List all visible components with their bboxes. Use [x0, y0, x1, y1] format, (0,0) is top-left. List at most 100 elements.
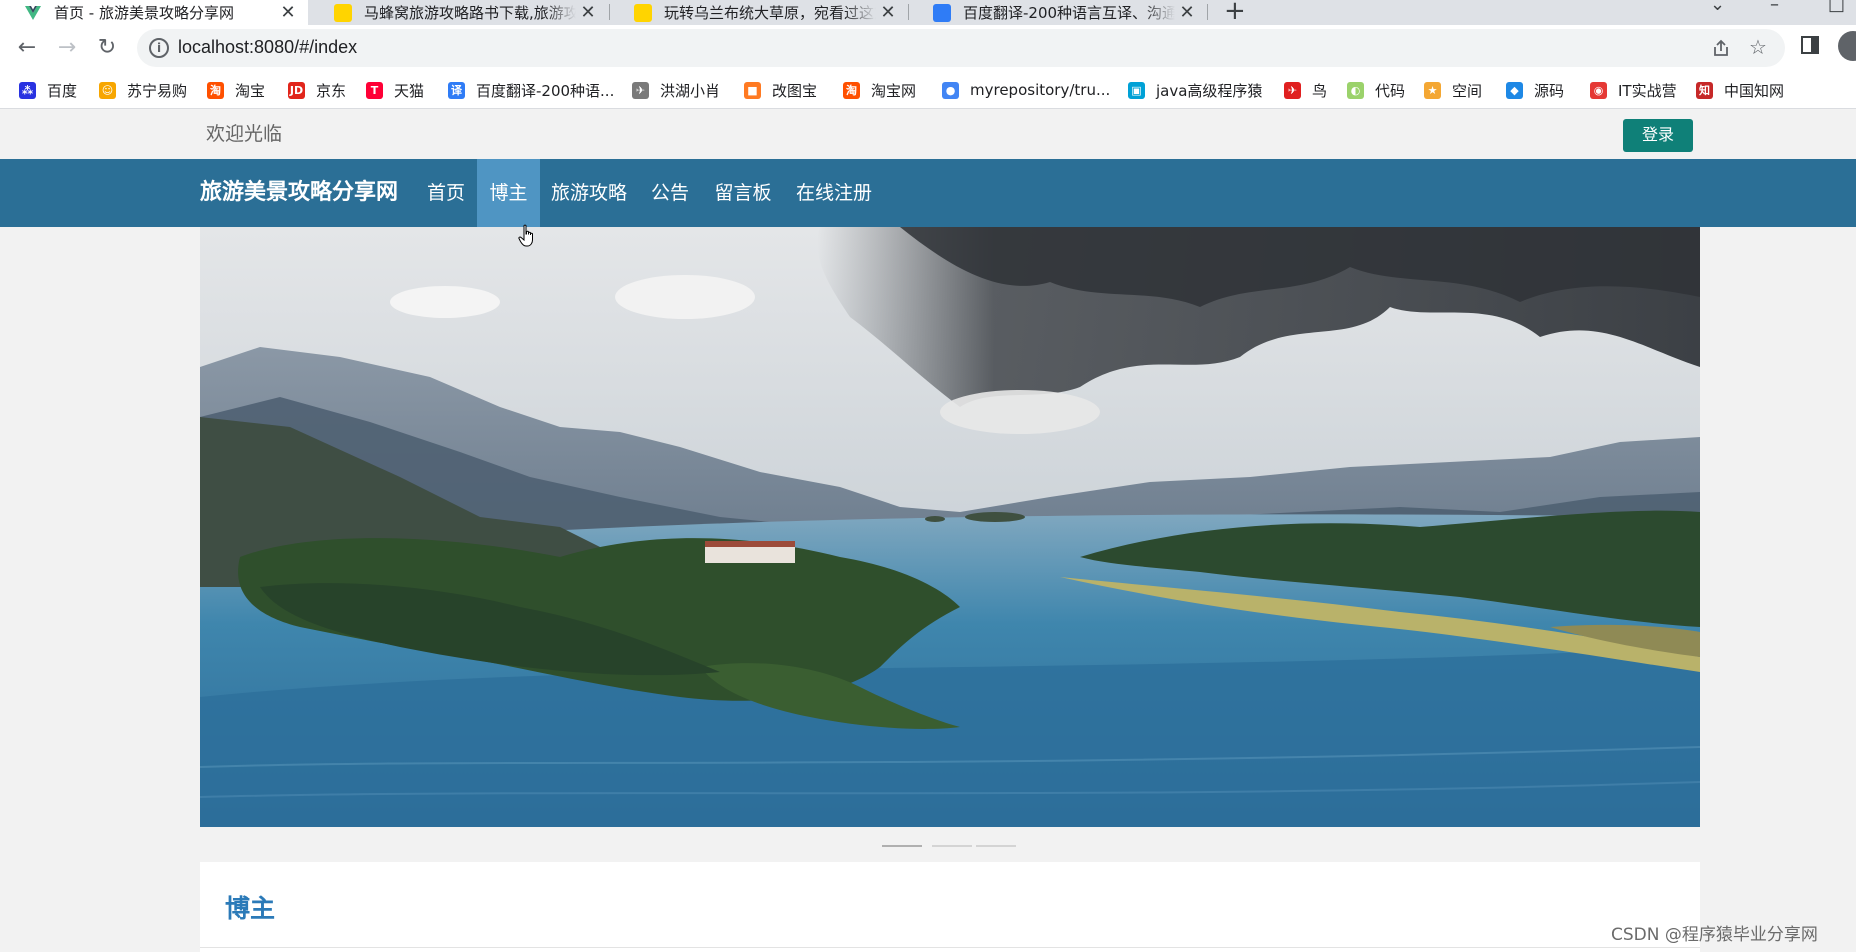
bookmark-item[interactable]: JD 京东 [288, 71, 346, 109]
carousel-indicators [0, 845, 1856, 849]
bookmark-item[interactable]: ● myrepository/tru... [942, 71, 1110, 109]
bookmark-label: 中国知网 [1724, 81, 1785, 100]
mafengwo-icon [334, 3, 352, 22]
gaitubao-icon: ■ [744, 81, 761, 99]
carousel-dot-1[interactable] [882, 845, 922, 847]
reload-icon[interactable]: ↻ [92, 33, 122, 63]
bookmark-item[interactable]: ⁂ 百度 [19, 71, 77, 109]
bird-icon: ✈ [632, 81, 649, 99]
vue-icon [25, 5, 41, 20]
nav-item-message-board[interactable]: 留言板 [706, 159, 780, 227]
nav-item-home[interactable]: 首页 [417, 159, 475, 227]
bookmark-label: 洪湖小肖 [660, 81, 721, 100]
forward-icon[interactable]: → [52, 33, 82, 63]
bookmark-item[interactable]: 译百度翻译-200种语... [448, 71, 614, 109]
bookmark-item[interactable]: ★ 空间 [1424, 71, 1482, 109]
main-navbar: 旅游美景攻略分享网 首页 博主 旅游攻略 公告 留言板 在线注册 [0, 159, 1856, 227]
bookmark-item[interactable]: ✈ 鸟 [1284, 71, 1327, 109]
side-panel-icon[interactable] [1801, 36, 1819, 54]
bookmark-label: 代码 [1375, 81, 1406, 100]
browser-tab[interactable]: 玩转乌兰布统大草原，宛看过这篇 ✕ [610, 0, 908, 25]
bookmark-item[interactable]: ◆ 源码 [1506, 71, 1564, 109]
fish-icon: ◆ [1506, 81, 1523, 99]
nav-item-announcements[interactable]: 公告 [642, 159, 698, 227]
browser-tab-strip: 首页 - 旅游美景攻略分享网 ✕ 马蜂窝旅游攻略路书下载,旅游攻略 ✕ 玩转乌兰… [0, 0, 1856, 26]
nav-item-travel-guides[interactable]: 旅游攻略 [544, 159, 634, 227]
bookmark-label: 天猫 [394, 81, 425, 100]
bookmark-item[interactable]: ◐ 代码 [1347, 71, 1405, 109]
bookmarks-bar: ⁂ 百度 ☺ 苏宁易购淘淘宝 JD 京东 T 天猫译百度翻译-200种语... ✈ 洪湖小肖 ■ 改图… [0, 71, 1856, 109]
bookmark-label: 淘宝 [235, 81, 266, 100]
section-divider [200, 947, 1700, 948]
cnki-icon: 知 [1696, 81, 1713, 99]
bookmark-label: 鸟 [1312, 81, 1328, 100]
close-icon[interactable]: ✕ [1175, 2, 1199, 23]
bookmark-item[interactable]: 淘淘宝网 [843, 71, 916, 109]
tmall-icon: T [366, 81, 383, 99]
close-icon[interactable]: ✕ [276, 2, 300, 23]
bookmark-label: java高级程序猿 [1156, 81, 1263, 100]
section-title: 博主 [225, 894, 276, 923]
baidu-translate-icon [933, 3, 951, 22]
bookmark-label: 淘宝网 [871, 81, 917, 100]
baidu-translate-icon: 译 [448, 81, 465, 99]
close-icon[interactable]: ✕ [576, 2, 600, 23]
landscape-photo [200, 227, 1700, 827]
taobao-icon: 淘 [843, 81, 860, 99]
bookmark-item[interactable]: 淘淘宝 [207, 71, 265, 109]
bookmark-label: 改图宝 [772, 81, 818, 100]
bookmark-item[interactable]: ✈ 洪湖小肖 [632, 71, 720, 109]
bookmark-item[interactable]: ☺ 苏宁易购 [99, 71, 187, 109]
url-text[interactable]: localhost:8080/#/index [178, 37, 357, 58]
minimize-icon[interactable]: – [1770, 0, 1779, 15]
bookmark-item[interactable]: ■ 改图宝 [744, 71, 817, 109]
tab-search-icon[interactable]: ⌄ [1710, 0, 1725, 15]
bookmark-label: 百度 [47, 81, 78, 100]
nav-item-register[interactable]: 在线注册 [788, 159, 880, 227]
bookmark-label: IT实战营 [1618, 81, 1677, 100]
tab-title: 首页 - 旅游美景攻略分享网 [54, 4, 234, 22]
qzone-icon: ★ [1424, 81, 1441, 99]
welcome-text: 欢迎光临 [206, 123, 283, 145]
site-brand[interactable]: 旅游美景攻略分享网 [200, 159, 398, 227]
browser-tab[interactable]: 百度翻译-200种语言互译、沟通全 ✕ [909, 0, 1207, 25]
site-info-icon[interactable]: i [149, 38, 169, 58]
chrome-icon: ● [942, 81, 959, 99]
bookmark-star-icon[interactable]: ☆ [1749, 35, 1767, 59]
code-icon: ◐ [1347, 81, 1364, 99]
baidu-icon: ⁂ [19, 81, 36, 99]
carousel-slide-image[interactable] [200, 227, 1700, 827]
maximize-icon[interactable]: □ [1828, 0, 1845, 15]
bookmark-label: 苏宁易购 [127, 81, 188, 100]
browser-tab-active[interactable]: 首页 - 旅游美景攻略分享网 ✕ [0, 0, 308, 25]
bookmark-item[interactable]: ◉ IT实战营 [1590, 71, 1677, 109]
bookmark-label: 空间 [1452, 81, 1483, 100]
bookmark-label: 京东 [316, 81, 347, 100]
bird-icon: ✈ [1284, 81, 1301, 99]
bookmark-item[interactable]: ▣ java高级程序猿 [1128, 71, 1262, 109]
tab-title: 玩转乌兰布统大草原，宛看过这篇 [664, 4, 876, 22]
bookmark-label: myrepository/tru... [970, 81, 1111, 99]
bookmark-item[interactable]: T 天猫 [366, 71, 424, 109]
back-icon[interactable]: ← [12, 33, 42, 63]
bookmark-label: 百度翻译-200种语... [476, 81, 615, 100]
login-button[interactable]: 登录 [1623, 119, 1693, 152]
close-icon[interactable]: ✕ [876, 2, 900, 23]
browser-tab[interactable]: 马蜂窝旅游攻略路书下载,旅游攻略 ✕ [310, 0, 608, 25]
bookmark-item[interactable]: 知中国知网 [1696, 71, 1784, 109]
new-tab-button[interactable]: + [1224, 0, 1246, 26]
address-bar[interactable]: i localhost:8080/#/index ☆ [137, 29, 1785, 67]
tab-separator [1207, 4, 1208, 20]
watermark-text: CSDN @程序猿毕业分享网 [1611, 925, 1818, 945]
carousel-dot-2[interactable] [932, 845, 972, 847]
taobao-icon: 淘 [207, 81, 224, 99]
bookmark-label: 源码 [1534, 81, 1565, 100]
it-icon: ◉ [1590, 81, 1607, 99]
profile-avatar[interactable] [1838, 31, 1856, 61]
suning-icon: ☺ [99, 81, 116, 99]
share-icon[interactable] [1711, 38, 1731, 58]
nav-item-bloggers[interactable]: 博主 [477, 159, 540, 227]
bilibili-icon: ▣ [1128, 81, 1145, 99]
web-page: 欢迎光临 登录 旅游美景攻略分享网 首页 博主 旅游攻略 公告 留言板 在线注册 [0, 110, 1856, 952]
carousel-dot-3[interactable] [976, 845, 1016, 847]
